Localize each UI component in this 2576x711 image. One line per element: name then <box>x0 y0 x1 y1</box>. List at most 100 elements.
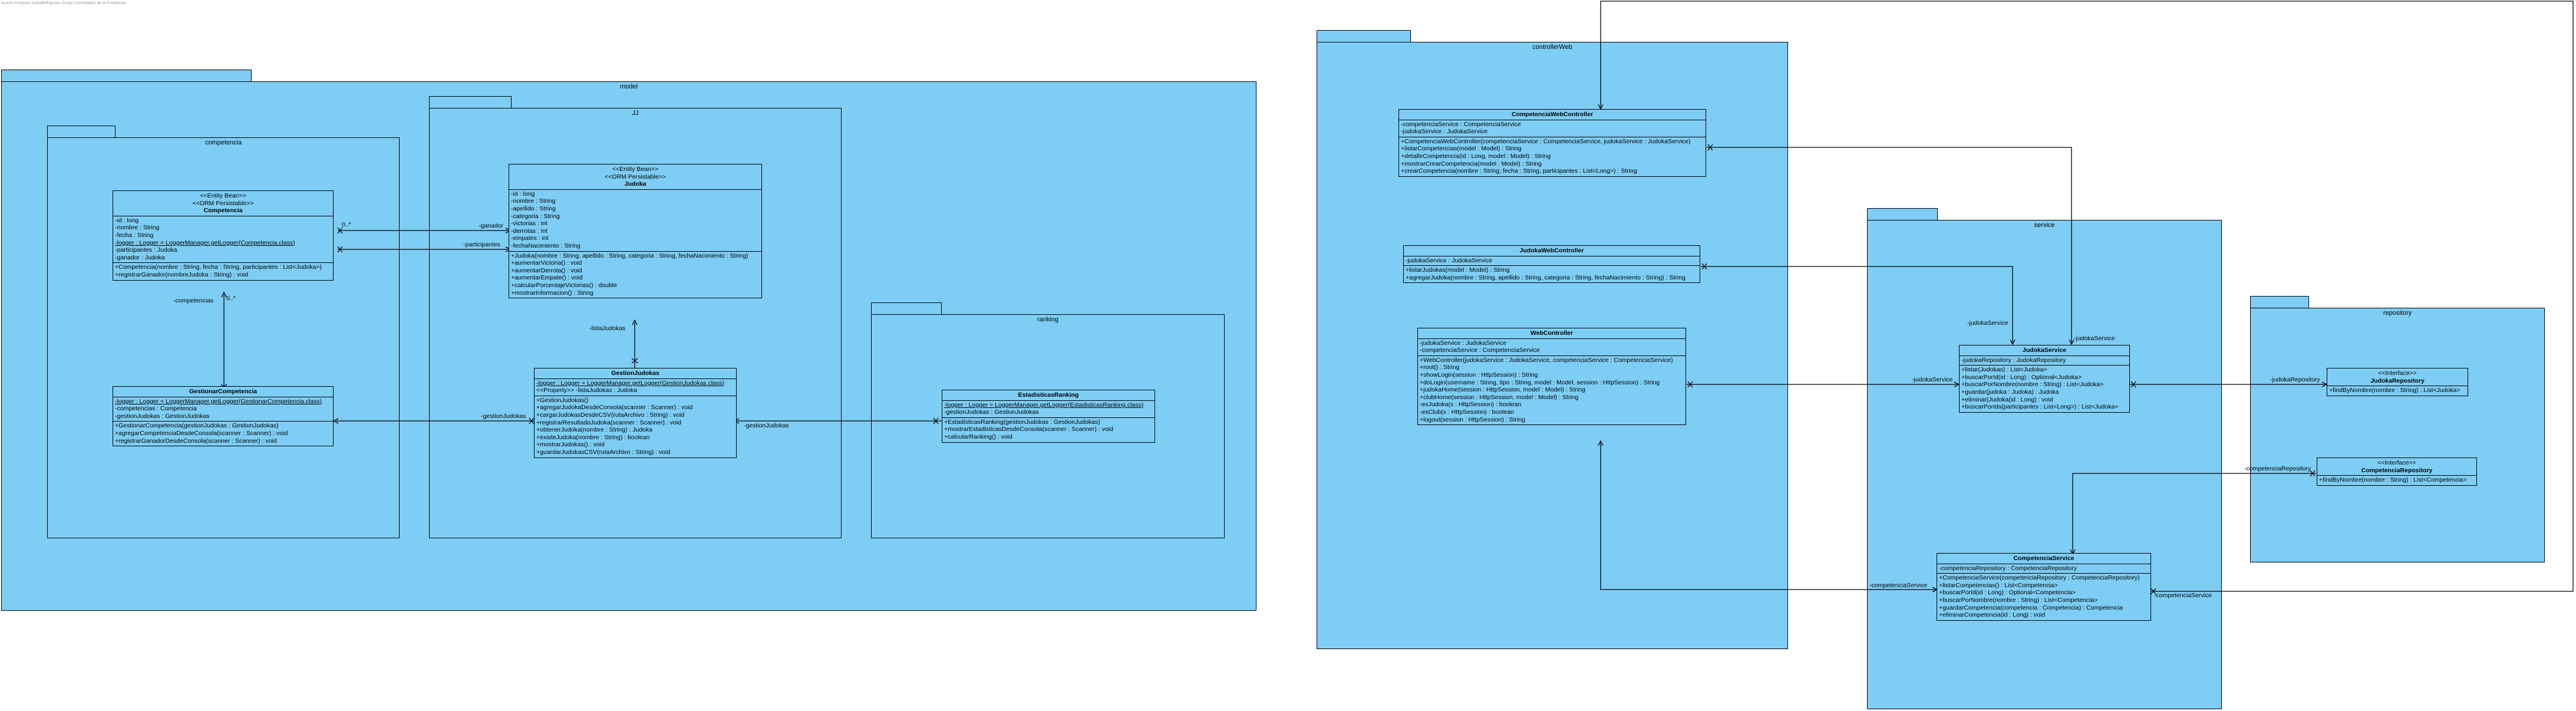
edge-label-mult-ganador: 0..* <box>342 221 351 228</box>
class-method: +mostrarEstadisticasDesdeConsola(scanner… <box>944 426 1113 433</box>
class-attributes: -competenciaService : CompetenciaService… <box>1399 120 1706 137</box>
class-methods: +CompetenciaService(competenciaRepositor… <box>1937 574 2150 620</box>
class-header: <<Interface>> JudokaRepository <box>2327 368 2468 387</box>
class-method: +mostrarCrearCompetencia(model : Model) … <box>1401 160 1542 167</box>
class-judoka-service[interactable]: JudokaService -judokaRepository : JudokaR… <box>1959 345 2130 413</box>
class-judoka[interactable]: <<Entity Bean>> <<ORM Persistable>> Judoka… <box>509 164 762 299</box>
class-attributes: -judokaService : JudokaService <box>1404 256 1700 266</box>
class-method: +agregarCompetenciaDesdeConsola(scanner … <box>115 429 288 437</box>
class-attributes: -judokaService : JudokaService -competenc… <box>1418 339 1686 356</box>
class-method: -esJudoka(s : HttpSession) : boolean <box>1420 401 1522 409</box>
class-method: +CompetenciaService(competenciaRepositor… <box>1939 574 2140 582</box>
class-competencia-service[interactable]: CompetenciaService -competenciaRepository… <box>1937 553 2151 621</box>
class-header: CompetenciaService <box>1937 554 2150 564</box>
class-attribute: -logger : Logger = LoggerManager.getLogg… <box>536 379 724 387</box>
class-method: +Competencia(nombre : String, fecha : St… <box>115 264 322 271</box>
edge-label-ganador: -ganador <box>479 222 504 229</box>
class-method: +CompetenciaWebController(competenciaSer… <box>1401 137 1691 145</box>
class-attributes: -logger : Logger = LoggerManager.getLogg… <box>535 379 736 396</box>
class-competencia-web-controller[interactable]: CompetenciaWebController -competenciaServ… <box>1399 109 1706 177</box>
edge-label-judokarepository: -judokaRepository <box>2270 376 2320 383</box>
class-judoka-web-controller[interactable]: JudokaWebController -judokaService : Judo… <box>1403 245 1700 284</box>
class-method: +root() : String <box>1420 364 1460 371</box>
class-web-controller[interactable]: WebController -judokaService : JudokaServ… <box>1417 328 1686 426</box>
class-stereotype: <<ORM Persistable>> <box>192 199 254 207</box>
edge-label-judokaservice-judokaweb: -judokaService <box>1967 320 2008 327</box>
class-attributes: -logger : Logger = LoggerManager.getLogg… <box>942 401 1155 418</box>
class-attributes: -competenciaRepository : CompetenciaRepo… <box>1937 564 2150 574</box>
class-methods: +Competencia(nombre : String, fecha : St… <box>113 263 333 279</box>
class-method: +detalleCompetencia(id : Long, model : M… <box>1401 152 1551 160</box>
class-competencia-repository[interactable]: <<Interface>> CompetenciaRepository +findB… <box>2317 457 2477 486</box>
class-method: +agregarJudokaDesdeConsola(scanner : Sca… <box>536 404 693 412</box>
class-method: +registrarResultadoJudoka(scanner : Scan… <box>536 419 682 426</box>
class-attribute: -competenciaService : CompetenciaService <box>1401 120 1521 128</box>
edge-label-competenciarepository: -competenciaRepository <box>2244 465 2311 472</box>
class-attribute: -gestionJudokas : GestionJudokas <box>115 412 210 420</box>
edge-label-gestionjudokas-competencia: -gestionJudokas <box>481 413 526 420</box>
class-name: EstadisticasRanking <box>1018 391 1079 399</box>
class-methods: +EstadisticasRanking(gestionJudokas : Ge… <box>942 418 1155 442</box>
class-method: +registrarGanadorDesdeConsola(scanner : … <box>115 437 277 445</box>
class-estadisticas-ranking[interactable]: EstadisticasRanking -logger : Logger = Lo… <box>942 390 1155 443</box>
class-method: -esClub(s : HttpSession) : boolean <box>1420 408 1514 416</box>
class-methods: +GestionJudokas() +agregarJudokaDesdeCons… <box>535 396 736 457</box>
association-edges <box>220 1 2574 595</box>
class-method: +registrarGanador(nombreJudoka : String)… <box>115 271 249 278</box>
edge-label-judokaservice-competenciaweb: -judokaService <box>2074 335 2115 342</box>
class-gestion-judokas[interactable]: GestionJudokas -logger : Logger = LoggerM… <box>534 368 737 458</box>
class-gestionar-competencia[interactable]: GestionarCompetencia -logger : Logger = L… <box>113 386 334 447</box>
class-header: WebController <box>1418 328 1686 339</box>
class-method: +buscarPorNombre(nombre : String) : List… <box>1939 596 2098 604</box>
class-name: Judoka <box>624 180 647 188</box>
class-method: +aumentarVictoria() : void <box>511 259 582 267</box>
class-methods: +listar(Judokas) : List<Judoka> +buscarPo… <box>1960 366 2129 412</box>
class-attribute: -empates : int <box>511 235 549 242</box>
edge-label-competenciaservice-web: -competenciaService <box>1869 582 1928 589</box>
class-method: +mostrarJudokas() : void <box>536 441 605 449</box>
class-header: <<Entity Bean>> <<ORM Persistable>> Compet… <box>113 191 333 216</box>
edge-label-mult-competencias: 0..* <box>226 295 236 302</box>
class-competencia[interactable]: <<Entity Bean>> <<ORM Persistable>> Compet… <box>113 190 334 281</box>
class-methods: +GestionarCompetencia(gestionJudokas : G… <box>113 422 333 446</box>
class-method: +guardarJudokasCSV(rutaArchivo : String)… <box>536 448 671 456</box>
class-method: +GestionJudokas() <box>536 396 589 404</box>
class-name: JudokaRepository <box>2370 377 2425 384</box>
class-stereotype: <<Entity Bean>> <box>200 192 246 199</box>
class-name: CompetenciaService <box>2013 555 2074 562</box>
class-attributes: -id : long -nombre : String -fecha : Strin… <box>113 216 333 264</box>
class-header: <<Interface>> CompetenciaRepository <box>2317 458 2476 476</box>
class-attribute: -fechaNacimiento : String <box>511 242 580 249</box>
class-attribute: -gestionJudokas : GestionJudokas <box>944 409 1039 416</box>
class-method: +agregarJudoka(nombre : String, apellido… <box>1406 274 1686 281</box>
class-method: +judokaHome(session : HttpSession, model… <box>1420 386 1586 394</box>
class-attribute: -victorias : int <box>511 220 547 228</box>
edge-label-judokaservice-web: -judokaService <box>1912 376 1953 383</box>
class-attribute: -fecha : String <box>115 231 154 239</box>
class-method: +guardar(judoka : Judoka) : Judoka <box>1961 388 2059 396</box>
class-header: JudokaService <box>1960 345 2129 356</box>
class-attribute: -logger : Logger = LoggerManager.getLogg… <box>944 401 1144 409</box>
class-method: +GestionarCompetencia(gestionJudokas : G… <box>115 422 279 430</box>
class-stereotype: <<Entity Bean>> <box>612 166 659 173</box>
class-method: +eliminar(Judoka(id : Long) : void <box>1961 396 2053 403</box>
class-header: EstadisticasRanking <box>942 390 1155 401</box>
class-method: +obtenerJudoka(nombre : String) : Judoka <box>536 426 652 434</box>
class-attribute: -id : long <box>115 216 139 224</box>
edge-label-listajudokas: -listaJudokas <box>589 325 626 332</box>
class-attribute: -logger : Logger = LoggerManager.getLogg… <box>115 397 322 405</box>
class-judoka-repository[interactable]: <<Interface>> JudokaRepository +findByNomb… <box>2327 368 2468 396</box>
class-method: +listarCompetencias(model : Model) : Str… <box>1401 145 1522 153</box>
class-method: +buscarPorIds(participantes : List<Long>… <box>1961 403 2119 411</box>
class-method: +buscarPorId(id : Long) : Optional<Compe… <box>1939 589 2076 597</box>
class-attribute: -nombre : String <box>115 224 160 232</box>
class-name: GestionarCompetencia <box>189 388 257 395</box>
class-method: +findByNombre(nombre : String) : List<Ju… <box>2329 387 2460 394</box>
class-method: +aumentarEmpate() : void <box>511 274 583 282</box>
class-stereotype: <<Interface>> <box>2378 370 2417 377</box>
class-header: CompetenciaWebController <box>1399 110 1706 120</box>
class-attribute: -competenciaService : CompetenciaService <box>1420 347 1540 354</box>
class-attribute: -logger : Logger = LoggerManager.getLogg… <box>115 239 295 246</box>
class-header: JudokaWebController <box>1404 246 1700 256</box>
class-method: +calcularPorcentajeVictorias() : double <box>511 281 617 289</box>
